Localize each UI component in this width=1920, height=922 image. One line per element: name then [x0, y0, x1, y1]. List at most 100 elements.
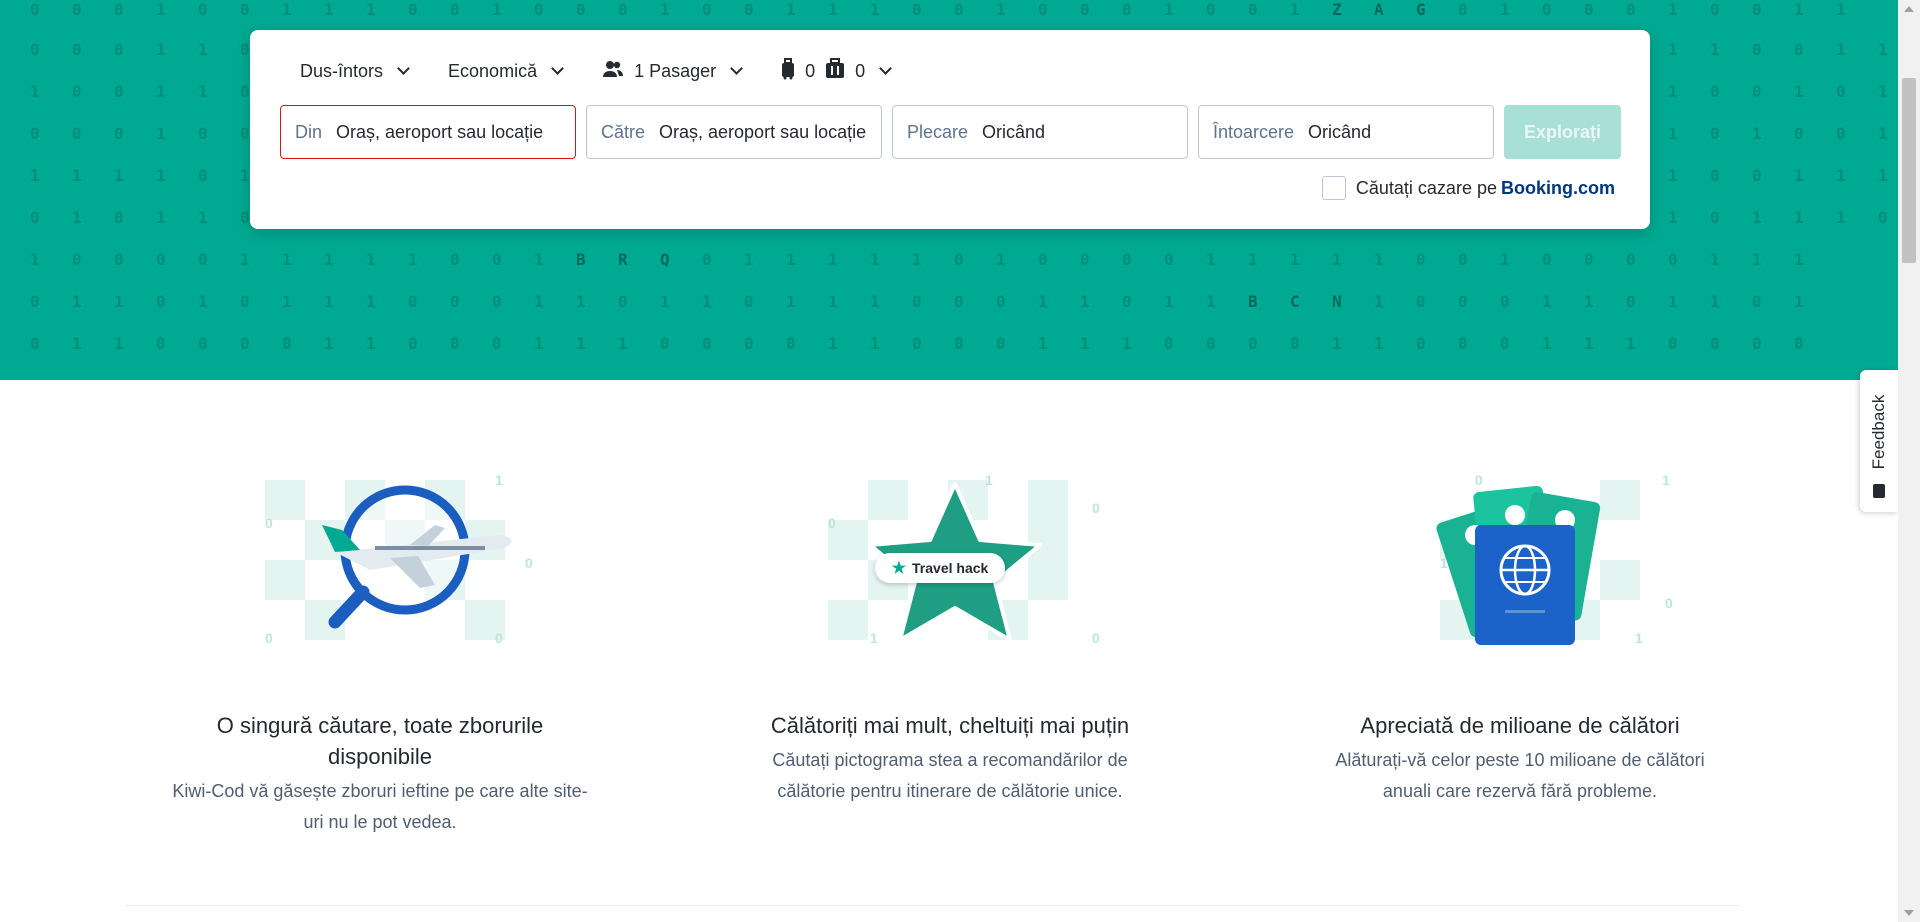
- cabin-class-value: Economică: [448, 60, 538, 81]
- binary-digit: 1: [1878, 40, 1888, 59]
- binary-digit: 0: [492, 292, 502, 311]
- binary-digit: 0: [408, 0, 418, 19]
- binary-digit: 0: [1584, 250, 1594, 269]
- binary-digit: 1: [1794, 0, 1804, 19]
- to-input[interactable]: Oraș, aeroport sau locație: [659, 122, 866, 143]
- binary-digit: 1: [156, 82, 166, 101]
- binary-digit: 0: [1710, 124, 1720, 143]
- departure-field[interactable]: Plecare Oricând: [892, 105, 1188, 159]
- binary-digit: 0: [1206, 334, 1216, 353]
- feedback-icon: [1873, 484, 1885, 498]
- binary-digit: 0: [1122, 250, 1132, 269]
- binary-digit: 0: [1710, 334, 1720, 353]
- tickets-passport-icon: [1436, 485, 1601, 645]
- binary-digit: 0: [1794, 334, 1804, 353]
- binary-digit: 0: [492, 250, 502, 269]
- binary-digit: 1: [30, 250, 40, 269]
- binary-digit: 1: [1584, 292, 1594, 311]
- cabin-class-select[interactable]: Economică: [448, 60, 564, 82]
- passengers-select[interactable]: 1 Pasager: [602, 60, 744, 83]
- binary-digit: 0: [1794, 124, 1804, 143]
- from-label: Din: [295, 121, 323, 142]
- binary-digit: 1: [786, 0, 796, 19]
- feature-three-trusted: 0 1 1 0 0 1 Apreciată de milioane de căl…: [1310, 470, 1730, 807]
- binary-digit: 0: [1206, 0, 1216, 19]
- binary-digit: 1: [282, 250, 292, 269]
- binary-digit: 1: [114, 292, 124, 311]
- binary-digit: 0: [114, 40, 124, 59]
- binary-digit: 0: [114, 0, 124, 19]
- binary-digit: 0: [198, 124, 208, 143]
- binary-digit: 0: [156, 250, 166, 269]
- binary-digit: 0: [912, 292, 922, 311]
- binary-digit: 1: [1164, 292, 1174, 311]
- to-field[interactable]: Către Oraș, aeroport sau locație: [586, 105, 882, 159]
- binary-digit: G: [1416, 0, 1426, 19]
- binary-digit: 0: [912, 334, 922, 353]
- binary-digit: 1: [1752, 250, 1762, 269]
- binary-digit: 0: [240, 292, 250, 311]
- binary-digit: 0: [534, 0, 544, 19]
- binary-digit: 1: [786, 250, 796, 269]
- binary-digit: 1: [72, 208, 82, 227]
- binary-digit: 1: [996, 250, 1006, 269]
- binary-digit: 1: [408, 250, 418, 269]
- return-label: Întoarcere: [1213, 121, 1295, 142]
- binary-digit: 1: [1668, 208, 1678, 227]
- binary-digit: 1: [282, 0, 292, 19]
- binary-digit: 1: [1038, 334, 1048, 353]
- binary-digit: 0: [912, 0, 922, 19]
- bags-select[interactable]: 0 0: [781, 57, 893, 85]
- feature-two-travel-hack: 1 0 0 1 0 ★ Travel hack Călătoriți mai m…: [740, 470, 1160, 807]
- binary-digit: 1: [114, 334, 124, 353]
- page-scrollbar[interactable]: [1898, 0, 1920, 922]
- binary-digit: 1: [1836, 0, 1846, 19]
- return-field[interactable]: Întoarcere Oricând: [1198, 105, 1494, 159]
- plane-search-illustration: 0 0 1 0 0: [230, 470, 533, 650]
- explore-button[interactable]: Explorați: [1504, 105, 1621, 159]
- scrollbar-thumb[interactable]: [1902, 78, 1916, 263]
- feedback-tab[interactable]: Feedback: [1860, 370, 1898, 512]
- binary-digit: 1: [870, 250, 880, 269]
- binary-digit: 0: [30, 292, 40, 311]
- binary-digit: 0: [1038, 250, 1048, 269]
- binary-digit: 0: [30, 208, 40, 227]
- chevron-down-icon: [879, 62, 893, 75]
- binary-digit: 1: [72, 292, 82, 311]
- binary-digit: 1: [366, 250, 376, 269]
- binary-digit: 1: [660, 0, 670, 19]
- binary-digit: B: [1248, 292, 1258, 311]
- binary-digit: 0: [240, 334, 250, 353]
- binary-digit: 1: [828, 0, 838, 19]
- from-input[interactable]: Oraș, aeroport sau locație: [336, 122, 543, 143]
- travel-hack-label: Travel hack: [912, 560, 989, 576]
- departure-label: Plecare: [907, 121, 969, 142]
- booking-checkbox[interactable]: [1321, 176, 1346, 200]
- scroll-up-arrow-icon[interactable]: [1904, 6, 1914, 12]
- binary-digit: 1: [1332, 334, 1342, 353]
- binary-digit: 0: [1080, 0, 1090, 19]
- binary-digit: 0: [1038, 0, 1048, 19]
- binary-digit: 1: [1080, 334, 1090, 353]
- binary-digit: A: [1374, 0, 1384, 19]
- binary-digit: 1: [1878, 82, 1888, 101]
- chevron-down-icon: [397, 62, 410, 75]
- binary-digit: 0: [1458, 0, 1468, 19]
- binary-digit: 0: [1416, 334, 1426, 353]
- trip-type-select[interactable]: Dus-întors: [300, 61, 410, 82]
- binary-digit: 1: [828, 250, 838, 269]
- binary-digit: 1: [618, 334, 628, 353]
- from-field[interactable]: Din Oraș, aeroport sau locație: [280, 105, 576, 159]
- binary-digit: 1: [828, 292, 838, 311]
- binary-digit: 1: [1878, 124, 1888, 143]
- binary-digit: 1: [1668, 166, 1678, 185]
- binary-digit: 1: [1500, 250, 1510, 269]
- binary-digit: 0: [240, 0, 250, 19]
- booking-checkbox-row: Căutați cazare pe Booking.com: [1321, 176, 1615, 200]
- scroll-down-arrow-icon[interactable]: [1904, 910, 1914, 916]
- checked-bags-count: 0: [855, 60, 866, 81]
- binary-digit: 0: [1248, 334, 1258, 353]
- binary-digit: 1: [156, 40, 166, 59]
- binary-digit: 0: [114, 208, 124, 227]
- binary-digit: 0: [1626, 0, 1636, 19]
